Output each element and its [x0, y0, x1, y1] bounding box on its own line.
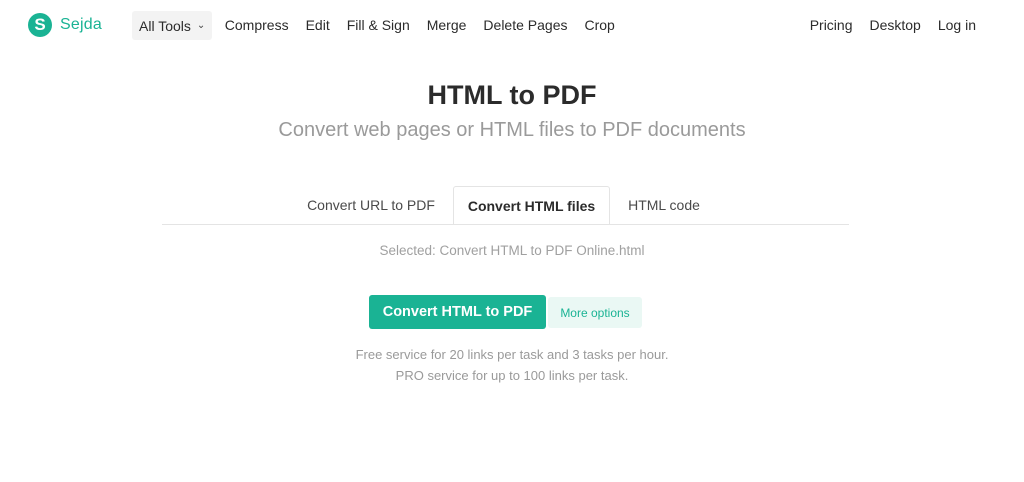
nav-login[interactable]: Log in: [938, 11, 976, 40]
page-title: HTML to PDF: [427, 80, 597, 110]
nav-fill-sign[interactable]: Fill & Sign: [347, 11, 410, 40]
sejda-logo[interactable]: S Sejda: [28, 13, 102, 37]
tab-html-code[interactable]: HTML code: [614, 186, 714, 224]
all-tools-label: All Tools: [139, 17, 191, 34]
chevron-down-icon: ⌄: [196, 20, 206, 31]
main-nav: All Tools ⌄ Compress Edit Fill & Sign Me…: [132, 11, 623, 40]
nav-desktop[interactable]: Desktop: [869, 11, 920, 40]
tab-convert-html-files[interactable]: Convert HTML files: [453, 186, 610, 225]
nav-pricing[interactable]: Pricing: [810, 11, 853, 40]
tab-convert-url[interactable]: Convert URL to PDF: [296, 186, 446, 224]
logo-text: Sejda: [60, 16, 102, 33]
tabs-divider: [162, 224, 849, 225]
top-header: S Sejda All Tools ⌄ Compress Edit Fill &…: [0, 0, 1024, 50]
page-subtitle: Convert web pages or HTML files to PDF d…: [278, 119, 746, 141]
all-tools-dropdown[interactable]: All Tools ⌄: [132, 11, 213, 40]
nav-merge[interactable]: Merge: [427, 11, 467, 40]
pro-service-info: PRO service for up to 100 links per task…: [395, 368, 629, 383]
convert-html-to-pdf-button[interactable]: Convert HTML to PDF: [369, 295, 546, 329]
nav-edit[interactable]: Edit: [306, 11, 330, 40]
selected-file-text: Selected: Convert HTML to PDF Online.htm…: [379, 243, 645, 258]
logo-icon: S: [28, 13, 52, 37]
nav-crop[interactable]: Crop: [584, 11, 614, 40]
nav-delete-pages[interactable]: Delete Pages: [483, 11, 567, 40]
more-options-button[interactable]: More options: [548, 297, 642, 328]
header-right-nav: Pricing Desktop Log in: [793, 11, 976, 40]
nav-compress[interactable]: Compress: [225, 11, 289, 40]
free-service-info: Free service for 20 links per task and 3…: [355, 347, 669, 362]
